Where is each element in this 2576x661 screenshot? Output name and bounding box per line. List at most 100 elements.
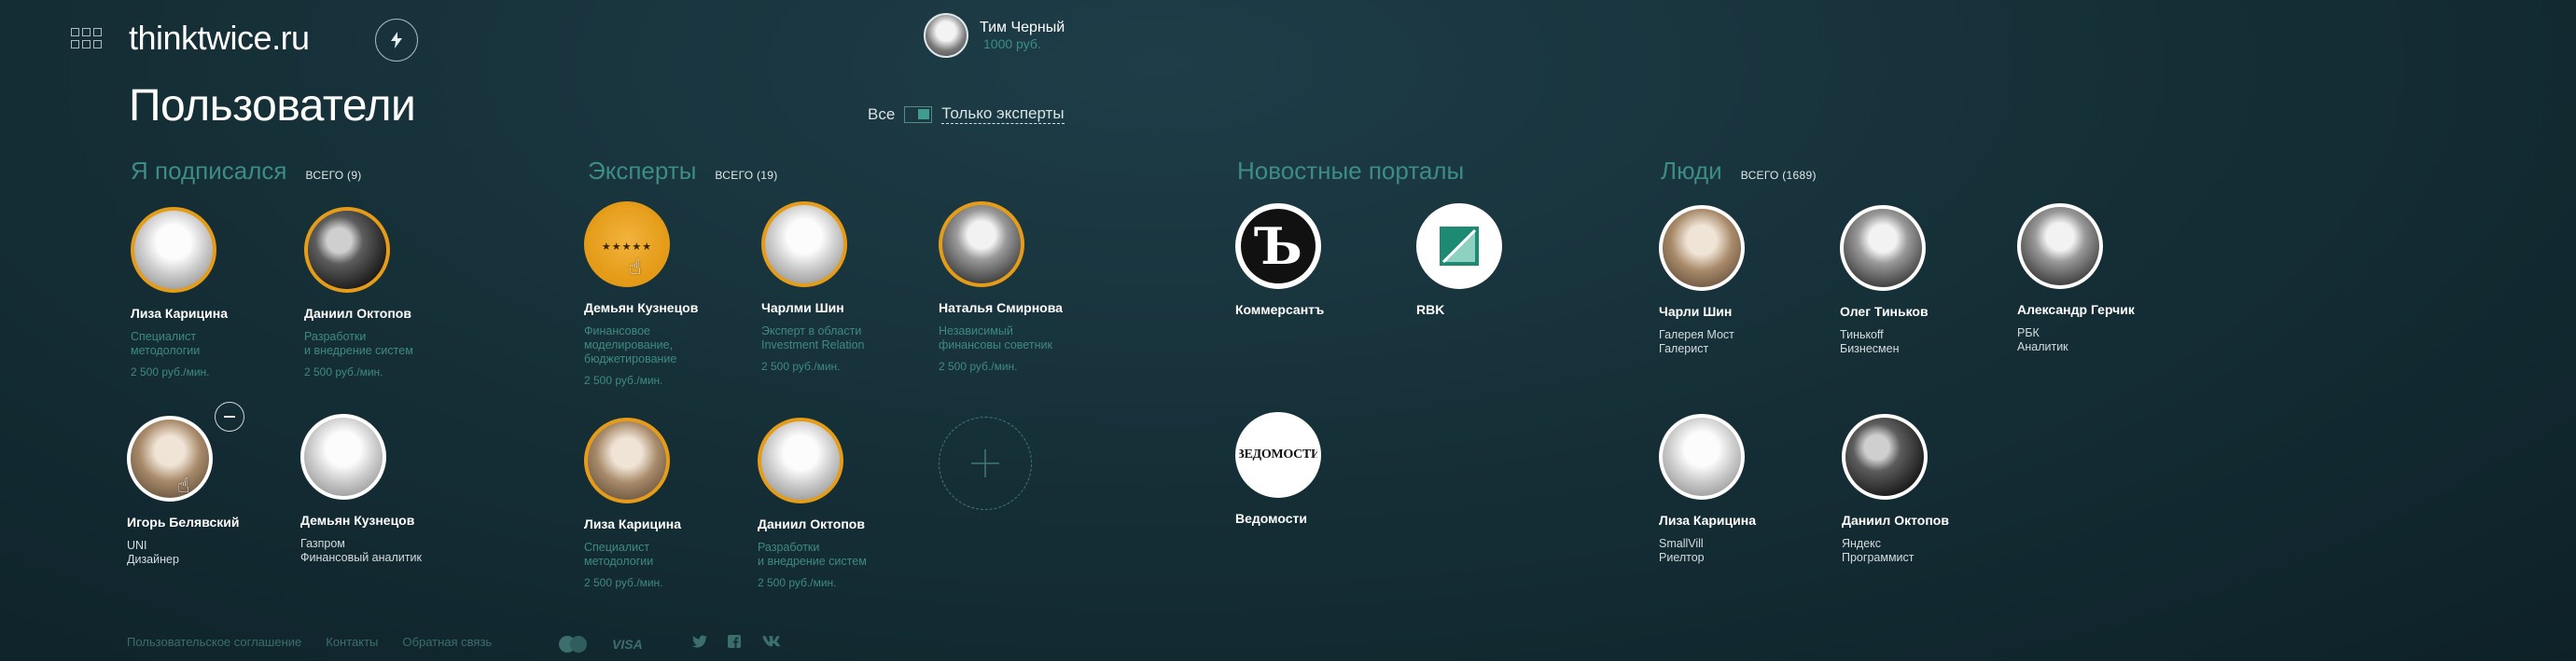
price: 2 500 руб./мин. bbox=[584, 374, 663, 387]
hand-cursor-icon: ☝ bbox=[629, 255, 642, 279]
terms-link[interactable]: Пользовательское соглашение bbox=[127, 635, 301, 649]
avatar bbox=[1840, 205, 1926, 291]
user-description: SmallVill Риелтор bbox=[1659, 537, 1705, 564]
lightning-icon bbox=[391, 32, 402, 48]
price: 2 500 руб./мин. bbox=[131, 365, 210, 379]
plus-icon bbox=[971, 449, 999, 477]
user-description: Разработки и внедрение систем bbox=[304, 330, 413, 357]
user-name: Демьян Кузнецов bbox=[300, 513, 415, 528]
price: 2 500 руб./мин. bbox=[304, 365, 383, 379]
person-card[interactable]: Чарли Шин Галерея Мост Галерист bbox=[1659, 205, 1836, 356]
portal-name: RBK bbox=[1416, 302, 1445, 317]
expert-card[interactable]: Чарлми Шин Эксперт в области Investment R… bbox=[761, 201, 939, 373]
user-profile[interactable]: Тим Черный 1000 руб. bbox=[924, 13, 1065, 58]
user-description: Специалист методологии bbox=[584, 541, 654, 568]
user-name: Демьян Кузнецов bbox=[584, 300, 699, 315]
user-name: Олег Тиньков bbox=[1840, 304, 1929, 319]
section-subscribed: Я подписался ВСЕГО (9) bbox=[131, 157, 362, 186]
avatar: ☝ bbox=[127, 416, 213, 502]
portal-name: Ведомости bbox=[1235, 511, 1307, 526]
section-experts: Эксперты ВСЕГО (19) bbox=[588, 157, 778, 186]
user-description: Галерея Мост Галерист bbox=[1659, 328, 1734, 355]
hand-cursor-icon: ☝ bbox=[177, 474, 190, 497]
user-card[interactable]: ☝ Игорь Белявский UNI Дизайнер bbox=[127, 416, 304, 567]
avatar bbox=[1659, 414, 1745, 500]
vedomosti-logo: ВЕДОМОСТИ bbox=[1235, 412, 1321, 498]
expert-card[interactable]: Лиза Карицина Специалист методологии 2 50… bbox=[584, 418, 761, 589]
user-card[interactable]: Лиза Карицина Специалист методологии 2 50… bbox=[131, 207, 308, 379]
apps-grid-icon[interactable] bbox=[71, 28, 103, 52]
section-count[interactable]: ВСЕГО (9) bbox=[305, 169, 361, 182]
section-count[interactable]: ВСЕГО (1689) bbox=[1741, 169, 1817, 182]
section-title: Я подписался bbox=[131, 157, 287, 185]
avatar bbox=[939, 201, 1024, 287]
avatar bbox=[304, 207, 390, 293]
person-card[interactable]: Лиза Карицина SmallVill Риелтор bbox=[1659, 414, 1836, 565]
user-description: Яндекс Программист bbox=[1842, 537, 1915, 564]
feedback-link[interactable]: Обратная связь bbox=[402, 635, 492, 649]
payment-methods: VISA bbox=[554, 635, 643, 654]
portal-card[interactable]: ВЕДОМОСТИ Ведомости bbox=[1235, 412, 1413, 526]
site-logo[interactable]: thinktwice.ru bbox=[129, 19, 310, 58]
rating-stars: ★★★★★ bbox=[601, 241, 653, 253]
facebook-icon[interactable] bbox=[728, 635, 741, 648]
price: 2 500 руб./мин. bbox=[584, 576, 663, 589]
user-description: Эксперт в области Investment Relation bbox=[761, 324, 865, 351]
lightning-button[interactable] bbox=[375, 19, 418, 62]
avatar bbox=[300, 414, 386, 500]
avatar bbox=[758, 418, 843, 503]
price: 2 500 руб./мин. bbox=[939, 360, 1018, 373]
person-card[interactable]: Олег Тиньков Тинькoff Бизнесмен bbox=[1840, 205, 2017, 356]
user-name: Лиза Карицина bbox=[131, 306, 228, 321]
visa-icon: VISA bbox=[612, 637, 643, 652]
user-description: РБК Аналитик bbox=[2017, 326, 2068, 353]
person-card[interactable]: Даниил Октопов Яндекс Программист bbox=[1842, 414, 2019, 565]
add-expert-button[interactable] bbox=[939, 417, 1032, 510]
kommersant-logo: Ъ bbox=[1235, 203, 1321, 289]
filter-experts-label[interactable]: Только эксперты bbox=[941, 104, 1065, 124]
filter-all-label[interactable]: Все bbox=[868, 105, 895, 124]
person-card[interactable]: Александр Герчик РБК Аналитик bbox=[2017, 203, 2194, 354]
section-portals: Новостные порталы bbox=[1237, 157, 1464, 186]
user-name: Лиза Карицина bbox=[1659, 513, 1756, 528]
portal-card[interactable]: RBK bbox=[1416, 203, 1594, 317]
user-card[interactable]: Даниил Октопов Разработки и внедрение сис… bbox=[304, 207, 481, 379]
minus-icon bbox=[224, 416, 235, 418]
user-name: Лиза Карицина bbox=[584, 516, 681, 531]
user-description: Газпром Финансовый аналитик bbox=[300, 537, 422, 564]
vk-icon[interactable] bbox=[761, 636, 780, 647]
price: 2 500 руб./мин. bbox=[761, 360, 841, 373]
section-people: Люди ВСЕГО (1689) bbox=[1661, 157, 1817, 186]
expert-card[interactable]: ★★★★★ ☝ Демьян Кузнецов Финансовое модели… bbox=[584, 201, 761, 387]
user-name: Чарлми Шин bbox=[761, 300, 844, 315]
user-name: Александр Герчик bbox=[2017, 302, 2135, 317]
avatar bbox=[1659, 205, 1745, 291]
mastercard-icon bbox=[559, 636, 587, 653]
section-count[interactable]: ВСЕГО (19) bbox=[715, 169, 777, 182]
user-card[interactable]: Демьян Кузнецов Газпром Финансовый аналит… bbox=[300, 414, 478, 565]
user-name: Тим Черный bbox=[980, 20, 1065, 35]
page-title: Пользователи bbox=[129, 81, 416, 131]
rbk-logo bbox=[1416, 203, 1502, 289]
user-description: Независимый финансовы советник bbox=[939, 324, 1052, 351]
section-title: Люди bbox=[1661, 157, 1722, 185]
expert-card[interactable]: Наталья Смирнова Независимый финансовы со… bbox=[939, 201, 1116, 373]
user-name: Даниил Октопов bbox=[304, 306, 411, 321]
avatar bbox=[924, 13, 968, 58]
user-description: Специалист методологии bbox=[131, 330, 201, 357]
portal-card[interactable]: Ъ Коммерсантъ bbox=[1235, 203, 1413, 317]
user-name: Даниил Октопов bbox=[758, 516, 865, 531]
twitter-icon[interactable] bbox=[692, 635, 707, 648]
unsubscribe-button[interactable] bbox=[215, 402, 244, 432]
avatar bbox=[761, 201, 847, 287]
user-name: Наталья Смирнова bbox=[939, 300, 1063, 315]
portal-name: Коммерсантъ bbox=[1235, 302, 1325, 317]
user-description: UNI Дизайнер bbox=[127, 539, 179, 566]
avatar bbox=[2017, 203, 2103, 289]
experts-filter: Все Только эксперты bbox=[868, 104, 1065, 124]
avatar bbox=[131, 207, 216, 293]
contacts-link[interactable]: Контакты bbox=[326, 635, 378, 649]
expert-card[interactable]: Даниил Октопов Разработки и внедрение сис… bbox=[758, 418, 935, 589]
experts-toggle[interactable] bbox=[904, 105, 933, 123]
user-name: Игорь Белявский bbox=[127, 515, 240, 530]
